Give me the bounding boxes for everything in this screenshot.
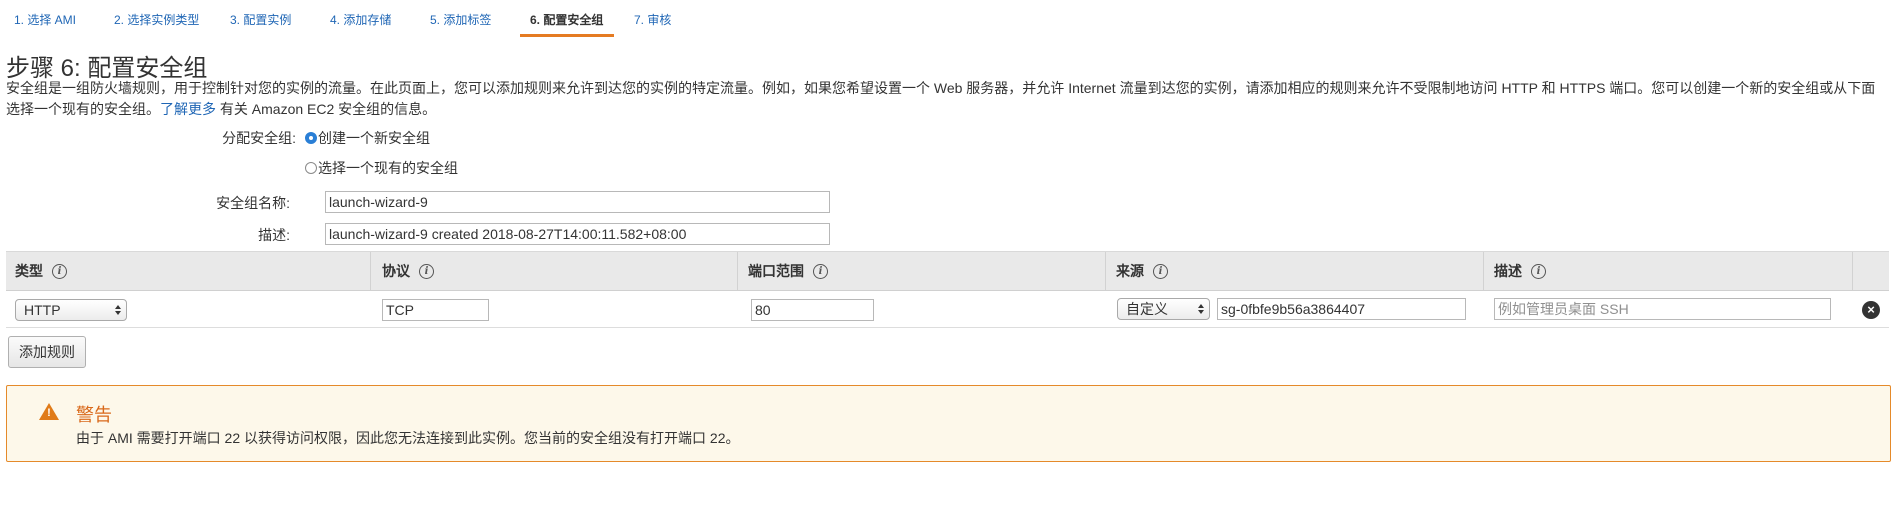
assign-security-group-label: 分配安全组: [222,130,296,146]
info-icon[interactable]: i [813,263,828,279]
tab-configure-instance[interactable]: 3. 配置实例 [230,11,291,28]
wizard-steps: 1. 选择 AMI 2. 选择实例类型 3. 配置实例 4. 添加存储 5. 添… [0,0,1897,38]
rule-description-input[interactable] [1494,298,1831,320]
intro-text: 安全组是一组防火墙规则，用于控制针对您的实例的流量。在此页面上，您可以添加规则来… [6,78,1886,120]
info-icon[interactable]: i [1531,263,1546,279]
description-label: 描述: [258,227,290,243]
type-select-value: HTTP [24,302,61,318]
header-description: 描述 i [1494,252,1546,290]
security-group-name-label: 安全组名称: [216,195,290,211]
tab-review[interactable]: 7. 审核 [634,11,671,28]
source-select-value: 自定义 [1126,301,1168,317]
column-divider [370,252,371,290]
add-rule-button[interactable]: 添加规则 [8,336,86,368]
intro-tail: 有关 Amazon EC2 安全组的信息。 [219,101,437,117]
select-arrows-icon [1197,301,1205,317]
column-divider [1483,252,1484,290]
radio-select-existing-label: 选择一个现有的安全组 [318,160,458,176]
security-group-name-input[interactable] [325,191,830,213]
active-tab-indicator [520,34,614,37]
remove-rule-icon[interactable]: × [1862,301,1880,319]
column-divider [1105,252,1106,290]
info-icon[interactable]: i [52,263,67,279]
type-select[interactable]: HTTP [15,299,127,321]
description-input[interactable] [325,223,830,245]
column-divider [737,252,738,290]
protocol-input[interactable] [382,299,489,321]
select-arrows-icon [114,302,122,318]
header-source: 来源 i [1116,252,1168,290]
source-select[interactable]: 自定义 [1117,298,1210,320]
tab-choose-ami[interactable]: 1. 选择 AMI [14,11,76,28]
warning-title: 警告 [76,405,112,425]
warning-text: 由于 AMI 需要打开端口 22 以获得访问权限，因此您无法连接到此实例。您当前… [76,430,740,446]
source-input[interactable] [1217,298,1466,320]
tab-add-tags[interactable]: 5. 添加标签 [430,11,491,28]
radio-select-existing[interactable]: 选择一个现有的安全组 [305,158,458,178]
table-row: HTTP 自定义 × [6,291,1889,328]
header-type: 类型 i [15,252,67,290]
tab-add-storage[interactable]: 4. 添加存储 [330,11,391,28]
port-range-input[interactable] [751,299,874,321]
tab-configure-security-group[interactable]: 6. 配置安全组 [530,11,603,28]
tab-choose-instance-type[interactable]: 2. 选择实例类型 [114,11,199,28]
header-port-range: 端口范围 i [748,252,828,290]
radio-create-new-label: 创建一个新安全组 [318,130,430,146]
rules-table-header: 类型 i 协议 i 端口范围 i 来源 i 描述 i [6,251,1889,291]
learn-more-link[interactable]: 了解更多 [160,101,216,117]
column-divider [1852,252,1853,290]
warning-icon-mark: ! [47,407,51,419]
header-protocol: 协议 i [382,252,434,290]
radio-select-existing-button[interactable] [305,162,317,174]
info-icon[interactable]: i [1153,263,1168,279]
radio-create-new[interactable]: 创建一个新安全组 [305,128,430,148]
radio-create-new-button[interactable] [305,132,317,144]
warning-alert: ! 警告 由于 AMI 需要打开端口 22 以获得访问权限，因此您无法连接到此实… [6,385,1891,462]
info-icon[interactable]: i [419,263,434,279]
